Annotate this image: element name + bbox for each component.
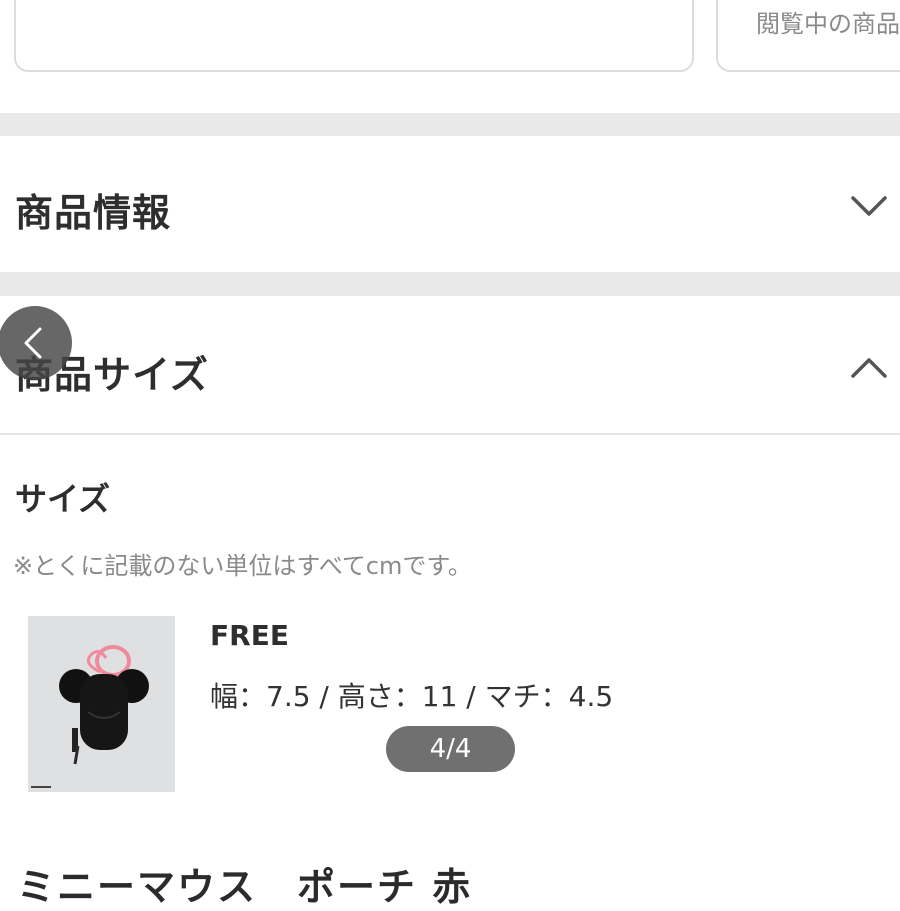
product-size-section-header[interactable]: 商品サイズ [0, 296, 900, 435]
section-divider [0, 272, 900, 296]
size-entry-name: FREE [210, 619, 289, 652]
recommendation-card[interactable] [14, 0, 694, 72]
back-button[interactable] [0, 306, 72, 380]
viewing-product-label: 閲覧中の商品 [756, 10, 900, 38]
size-unit-note: ※とくに記載のない単位はすべてcmです。 [13, 552, 472, 580]
gallery-page-indicator: 4/4 [386, 726, 515, 772]
top-cards-area: 閲覧中の商品 [0, 0, 900, 112]
section-title-product-info: 商品情報 [15, 191, 172, 235]
minnie-pouch-image[interactable] [28, 616, 175, 792]
chevron-up-icon[interactable] [850, 356, 888, 380]
size-heading: サイズ [15, 480, 111, 518]
chevron-down-icon[interactable] [850, 194, 888, 218]
product-name: ミニーマウス ポーチ 赤 [17, 865, 473, 909]
pouch-illustration [28, 616, 175, 792]
section-divider [0, 113, 900, 136]
chevron-left-icon [24, 327, 42, 359]
product-info-section-header[interactable]: 商品情報 [0, 136, 900, 272]
viewing-product-card[interactable]: 閲覧中の商品 [716, 0, 900, 72]
size-entry-dimensions: 幅：7.5 / 高さ：11 / マチ：4.5 [210, 680, 614, 713]
